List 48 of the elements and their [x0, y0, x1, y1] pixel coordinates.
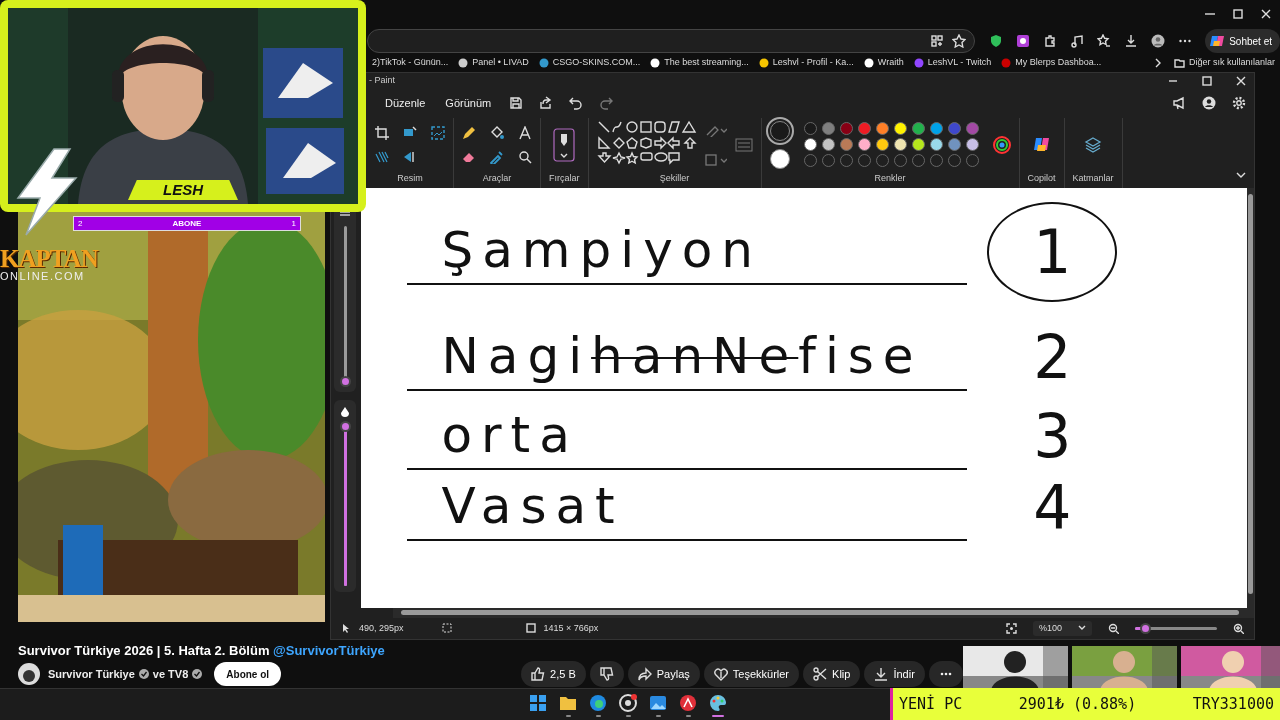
bookmark-folder[interactable]: Diğer sık kullanılanlar [1168, 56, 1280, 70]
zoom-dropdown[interactable]: %100 [1032, 620, 1092, 637]
bookmark[interactable]: Panel • LIVAD [453, 56, 534, 70]
ticker-change: 2901₺ (0.88%) [1018, 693, 1137, 715]
handwritten-number: 4 [1032, 477, 1073, 538]
scissors-button[interactable]: Klip [803, 661, 861, 687]
menu-item[interactable]: Düzenle [377, 90, 434, 116]
handwritten-text: Nagi hanNe fise [407, 323, 968, 391]
ticker-item: YENİ PC [899, 693, 963, 715]
handwritten-text: Vasat [407, 473, 968, 541]
bookmark[interactable]: The best streaming... [645, 56, 754, 70]
canvas-size: 1415 × 766px [543, 621, 599, 635]
goal-count: 1 [291, 217, 296, 230]
group-label: Fırçalar [549, 172, 580, 186]
channel-link[interactable]: @SurvivorTürkiye [273, 643, 385, 658]
group-label: Copilot [1027, 172, 1056, 186]
bookmark[interactable]: Leshvl - Profil - Ka... [753, 56, 859, 70]
group-label: Resim [397, 172, 423, 186]
subscribe-button[interactable]: Abone ol [214, 662, 282, 686]
handwritten-number: 1 [987, 201, 1118, 302]
group-label: Araçlar [482, 172, 512, 186]
window-title: - Paint [369, 74, 395, 87]
heart-button[interactable]: Teşekkürler [703, 661, 800, 687]
video-title: Survivor Türkiye 2026 | 5. Hafta 2. Bölüm @SurvivorTürkiye [18, 642, 385, 660]
like-button[interactable]: 2,5 B [521, 661, 586, 687]
share-button[interactable]: Paylaş [627, 661, 700, 687]
bookmark[interactable]: CSGO-SKINS.COM... [533, 56, 646, 70]
group-label: Katmanlar [1072, 172, 1114, 186]
handwritten-number: 2 [1032, 327, 1073, 388]
bookmark[interactable]: LeshVL - Twitch [908, 56, 997, 70]
channel-name[interactable]: Survivor Türkiye [48, 665, 135, 683]
download-button[interactable]: İndir [864, 661, 925, 687]
chat-button[interactable]: Sohbet et [1205, 29, 1280, 53]
drawing-canvas[interactable]: Şampiyon 1 Nagi hanNe fise 2 orta 3 Vasat 4 [361, 187, 1248, 608]
handwritten-number: 3 [1032, 406, 1073, 467]
handwritten-text: Şampiyon [407, 218, 968, 286]
bookmark[interactable]: My Blerps Dashboa... [996, 56, 1107, 70]
goal-count: 2 [78, 217, 83, 230]
handwritten-text: orta [407, 402, 968, 470]
bookmark[interactable]: 2)TikTok - Günün... [367, 56, 454, 70]
group-label: Renkler [874, 172, 906, 186]
channel-name[interactable]: ve TV8 [152, 665, 189, 683]
menu-item[interactable]: Görünüm [437, 90, 500, 116]
goal-label: ABONE [172, 217, 202, 230]
ticker-price: TRY331000 [1192, 693, 1274, 715]
bookmark[interactable]: Wraith [858, 56, 909, 70]
group-label: Şekiller [659, 172, 690, 186]
cursor-position: 490, 295px [359, 621, 404, 635]
